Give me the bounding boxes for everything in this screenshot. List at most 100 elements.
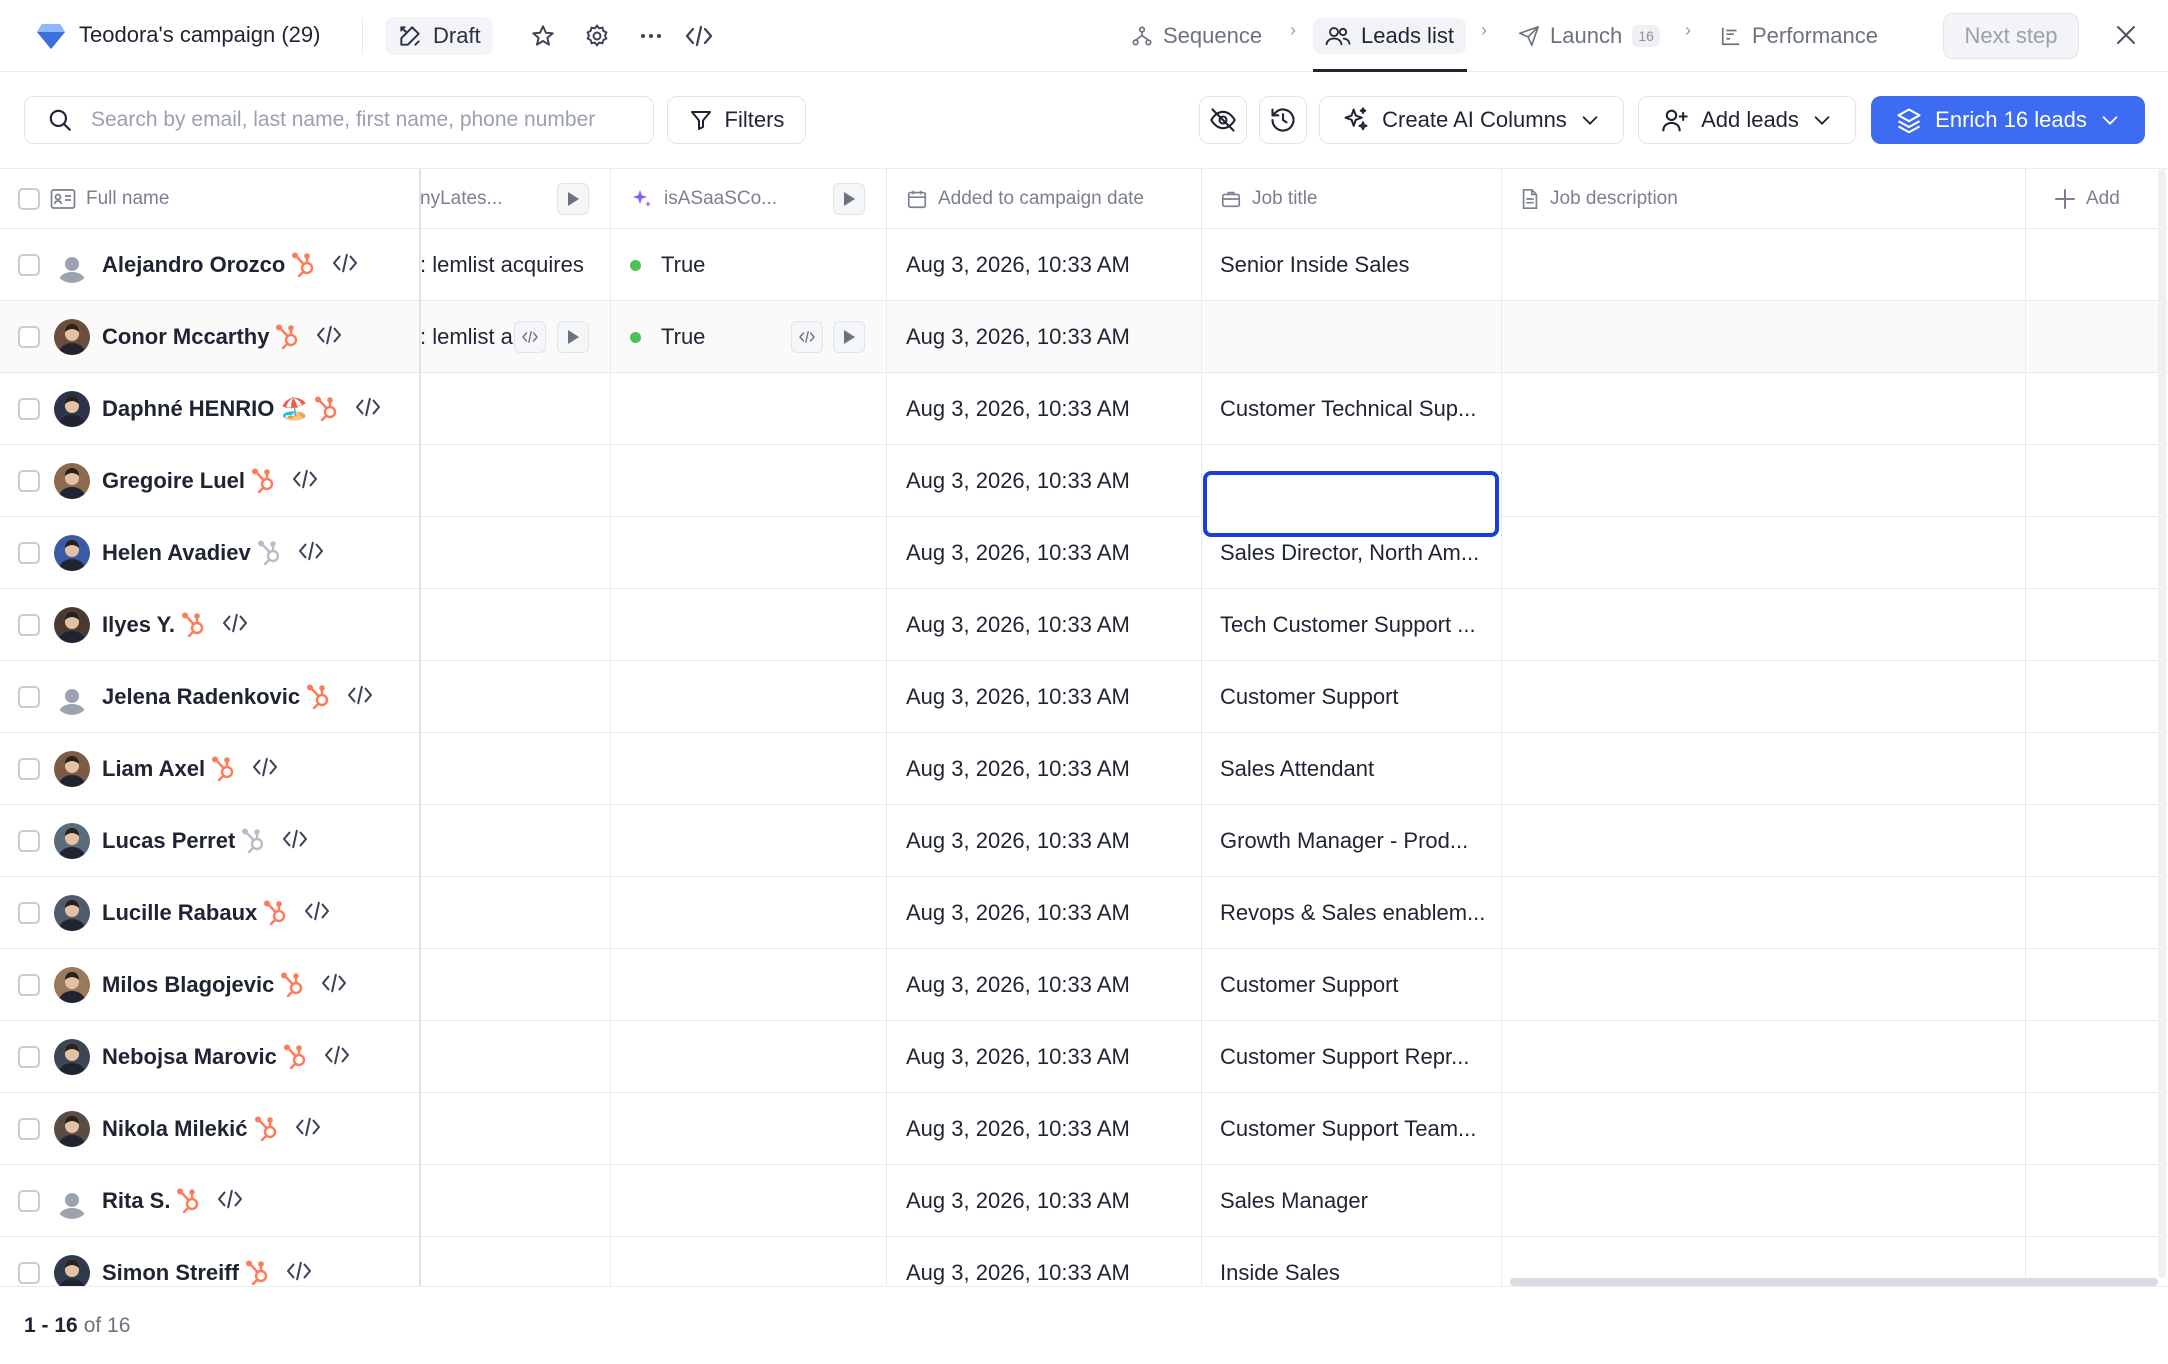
hubspot-icon[interactable] <box>211 756 237 782</box>
job-title-cell[interactable]: Sales Attendant <box>1202 733 1501 805</box>
lead-name[interactable]: Jelena Radenkovic <box>102 684 300 710</box>
row-checkbox[interactable] <box>18 398 40 420</box>
added-date-cell[interactable]: Aug 3, 2026, 10:33 AM <box>888 1165 1201 1237</box>
added-date-cell[interactable]: Aug 3, 2026, 10:33 AM <box>888 805 1201 877</box>
table-row[interactable]: Liam Axel Aug 3, 2026, 10:33 AM Sales Atte… <box>0 733 2168 805</box>
filters-button[interactable]: Filters <box>667 96 806 144</box>
select-all-checkbox[interactable] <box>18 188 40 210</box>
lead-name[interactable]: Lucas Perret <box>102 828 235 854</box>
job-title-cell[interactable]: Customer Technical Sup... <box>1202 373 1501 445</box>
company-latest-cell[interactable] <box>420 373 610 445</box>
is-saas-cell[interactable] <box>612 1165 886 1237</box>
code-icon[interactable] <box>323 1044 351 1071</box>
added-date-cell[interactable]: Aug 3, 2026, 10:33 AM <box>888 301 1201 373</box>
step-performance[interactable]: Performance <box>1720 18 1878 54</box>
row-checkbox[interactable] <box>18 830 40 852</box>
code-icon[interactable] <box>281 828 309 855</box>
job-description-cell[interactable] <box>1502 877 2025 949</box>
table-row[interactable]: Ilyes Y. Aug 3, 2026, 10:33 AM Tech Custom… <box>0 589 2168 661</box>
added-date-cell[interactable]: Aug 3, 2026, 10:33 AM <box>888 1237 1201 1286</box>
company-latest-cell[interactable] <box>420 1021 610 1093</box>
added-date-cell[interactable]: Aug 3, 2026, 10:33 AM <box>888 517 1201 589</box>
company-latest-cell[interactable] <box>420 661 610 733</box>
add-column-button[interactable]: Add <box>2036 169 2166 229</box>
full-name-cell[interactable]: Gregoire Luel <box>0 445 419 517</box>
view-code-button[interactable] <box>791 321 823 353</box>
gear-icon[interactable] <box>583 22 611 50</box>
job-title-cell[interactable]: Revops & Sales enablem... <box>1202 877 1501 949</box>
lead-name[interactable]: Simon Streiff <box>102 1260 239 1286</box>
company-latest-cell[interactable] <box>420 589 610 661</box>
row-checkbox[interactable] <box>18 614 40 636</box>
hubspot-icon[interactable] <box>275 324 301 350</box>
hide-columns-button[interactable] <box>1199 96 1247 144</box>
hubspot-icon[interactable] <box>254 1116 280 1142</box>
column-header-full-name[interactable]: Full name <box>0 169 420 229</box>
run-column-button[interactable] <box>557 183 589 215</box>
code-icon[interactable] <box>346 684 374 711</box>
is-saas-cell[interactable] <box>612 661 886 733</box>
history-button[interactable] <box>1259 96 1307 144</box>
is-saas-cell[interactable] <box>612 805 886 877</box>
job-description-cell[interactable] <box>1502 1165 2025 1237</box>
column-header-is-saas[interactable]: isASaaSCo... <box>612 169 832 229</box>
row-checkbox[interactable] <box>18 1262 40 1284</box>
code-icon[interactable] <box>303 900 331 927</box>
star-icon[interactable] <box>529 22 557 50</box>
job-title-cell[interactable]: Senior Inside Sales <box>1202 229 1501 301</box>
hubspot-icon[interactable] <box>314 396 340 422</box>
table-row[interactable]: Helen Avadiev Aug 3, 2026, 10:33 AM Sales … <box>0 517 2168 589</box>
is-saas-cell[interactable] <box>612 877 886 949</box>
search-input[interactable] <box>91 108 631 132</box>
job-title-cell[interactable]: Tech Customer Support ... <box>1202 589 1501 661</box>
table-row[interactable]: Gregoire LuelAug 3, 2026, 10:33 AMSales … <box>0 445 2168 517</box>
is-saas-cell[interactable] <box>612 1237 886 1286</box>
row-checkbox[interactable] <box>18 686 40 708</box>
column-header-job-title[interactable]: Job title <box>1202 169 1502 229</box>
full-name-cell[interactable]: Lucille Rabaux <box>0 877 419 949</box>
full-name-cell[interactable]: Lucas Perret <box>0 805 419 877</box>
job-title-cell[interactable]: Customer Support Team... <box>1202 1093 1501 1165</box>
next-step-button[interactable]: Next step <box>1943 13 2079 59</box>
enrich-leads-button[interactable]: Enrich 16 leads <box>1871 96 2145 144</box>
table-row[interactable]: Jelena Radenkovic Aug 3, 2026, 10:33 AM Cu… <box>0 661 2168 733</box>
horizontal-scrollbar[interactable] <box>1510 1278 2158 1286</box>
added-date-cell[interactable]: Aug 3, 2026, 10:33 AM <box>888 229 1201 301</box>
company-latest-cell[interactable]: : lemlist acquires <box>420 229 610 301</box>
full-name-cell[interactable]: Alejandro Orozco <box>0 229 419 301</box>
added-date-cell[interactable]: Aug 3, 2026, 10:33 AM <box>888 373 1201 445</box>
job-description-cell[interactable] <box>1502 589 2025 661</box>
code-icon[interactable] <box>354 396 382 423</box>
hubspot-icon[interactable] <box>263 900 289 926</box>
is-saas-cell[interactable] <box>612 517 886 589</box>
full-name-cell[interactable]: Conor Mccarthy <box>0 301 419 373</box>
lead-name[interactable]: Helen Avadiev <box>102 540 251 566</box>
company-latest-cell[interactable] <box>420 445 610 517</box>
code-icon[interactable] <box>331 252 359 279</box>
job-description-cell[interactable] <box>1502 733 2025 805</box>
row-checkbox[interactable] <box>18 902 40 924</box>
table-row[interactable]: Nebojsa Marovic Aug 3, 2026, 10:33 AM Cust… <box>0 1021 2168 1093</box>
is-saas-cell[interactable] <box>612 373 886 445</box>
hubspot-icon[interactable] <box>291 252 317 278</box>
create-ai-columns-button[interactable]: Create AI Columns <box>1319 96 1624 144</box>
added-date-cell[interactable]: Aug 3, 2026, 10:33 AM <box>888 949 1201 1021</box>
job-description-cell[interactable] <box>1502 301 2025 373</box>
code-icon[interactable] <box>294 1116 322 1143</box>
job-title-cell[interactable]: Customer Support Repr... <box>1202 1021 1501 1093</box>
job-title-cell[interactable]: Customer Support <box>1202 661 1501 733</box>
view-code-button[interactable] <box>514 321 546 353</box>
table-row[interactable]: Lucille Rabaux Aug 3, 2026, 10:33 AM Revop… <box>0 877 2168 949</box>
full-name-cell[interactable]: Liam Axel <box>0 733 419 805</box>
full-name-cell[interactable]: Ilyes Y. <box>0 589 419 661</box>
hubspot-icon[interactable] <box>181 612 207 638</box>
row-checkbox[interactable] <box>18 1046 40 1068</box>
table-row[interactable]: Daphné HENRIO 🏖️ Aug 3, 2026, 10:33 AM Cus… <box>0 373 2168 445</box>
hubspot-icon[interactable] <box>283 1044 309 1070</box>
code-icon[interactable] <box>251 756 279 783</box>
company-latest-cell[interactable] <box>420 1165 610 1237</box>
is-saas-cell[interactable] <box>612 1021 886 1093</box>
code-icon[interactable] <box>291 468 319 495</box>
lead-name[interactable]: Alejandro Orozco <box>102 252 285 278</box>
row-checkbox[interactable] <box>18 326 40 348</box>
